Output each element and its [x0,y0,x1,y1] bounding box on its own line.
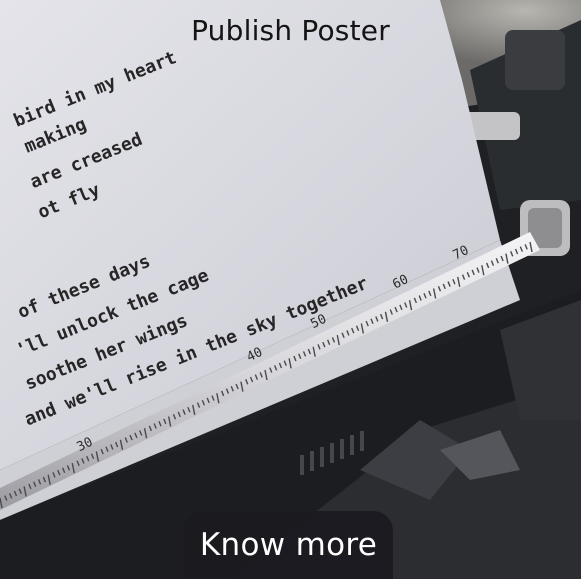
poster: 70 60 50 40 30 bird in my heart making a… [0,0,581,579]
typewriter-photo: 70 60 50 40 30 bird in my heart making a… [0,0,581,579]
poster-title: Publish Poster [191,14,390,47]
know-more-button[interactable]: Know more [184,511,393,579]
